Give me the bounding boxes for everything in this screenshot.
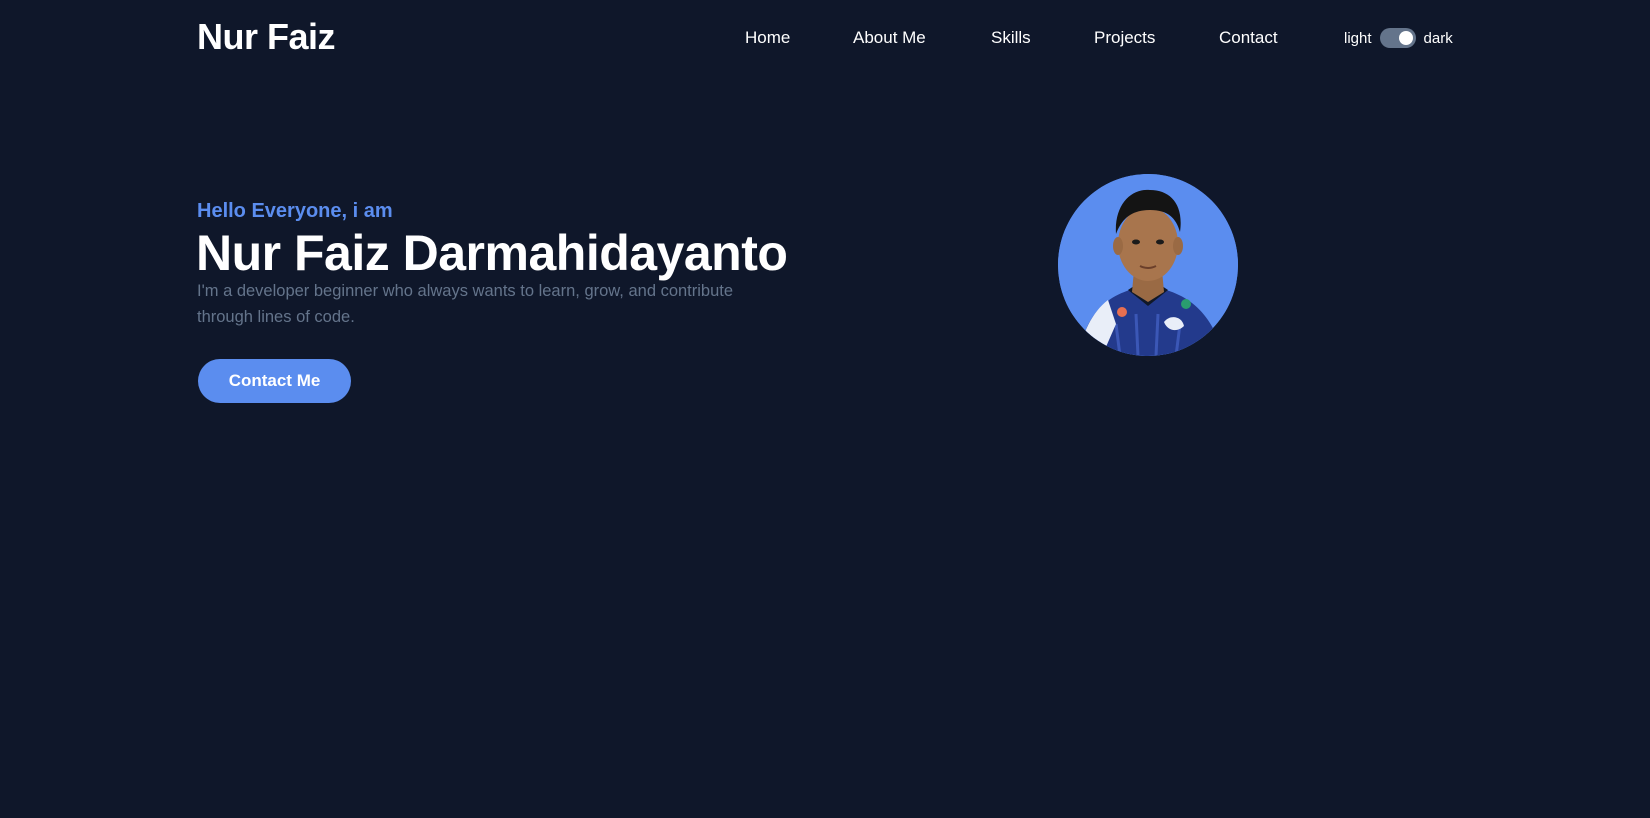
contact-me-button[interactable]: Contact Me — [198, 359, 351, 403]
nav-link-contact[interactable]: Contact — [1219, 26, 1278, 50]
theme-light-label: light — [1344, 29, 1372, 47]
theme-toggle: light dark — [1344, 26, 1453, 50]
hero-description: I'm a developer beginner who always want… — [197, 282, 734, 326]
hero-greeting: Hello Everyone, i am — [197, 200, 393, 222]
hero-name: Nur Faiz Darmahidayanto — [196, 225, 788, 281]
theme-switch-knob — [1398, 31, 1413, 45]
site-logo[interactable]: Nur Faiz — [197, 15, 336, 59]
site-header: Nur Faiz Home About Me Skills Projects C… — [0, 0, 1650, 76]
theme-dark-label: dark — [1423, 29, 1453, 47]
theme-switch[interactable] — [1379, 28, 1416, 48]
profile-photo-illustration — [1058, 174, 1238, 356]
nav-link-about-me[interactable]: About Me — [853, 26, 926, 50]
nav-link-projects[interactable]: Projects — [1094, 26, 1155, 50]
nav-link-skills[interactable]: Skills — [991, 26, 1031, 50]
profile-photo — [1058, 174, 1238, 356]
nav-link-home[interactable]: Home — [745, 26, 790, 50]
page: Nur Faiz Home About Me Skills Projects C… — [0, 0, 1650, 818]
